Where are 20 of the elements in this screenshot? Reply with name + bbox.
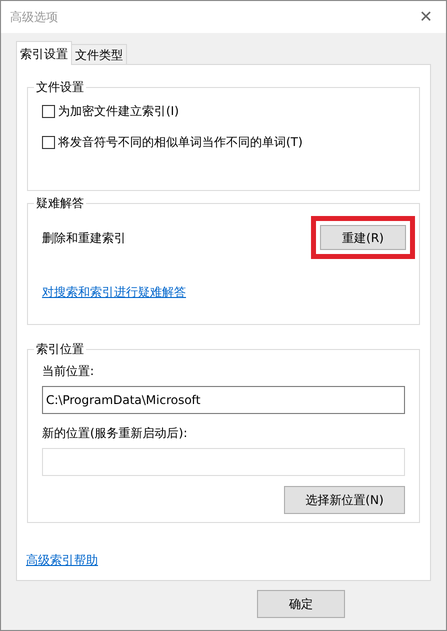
- field-label: 新的位置(服务重新启动后):: [42, 425, 188, 442]
- ok-button[interactable]: 确定: [257, 590, 345, 618]
- checkbox[interactable]: [42, 104, 55, 118]
- tab[interactable]: 索引设置: [16, 41, 72, 65]
- checkbox-label: 将发音符号不同的相似单词当作不同的单词(T): [58, 134, 303, 151]
- group-title: 索引位置: [34, 341, 86, 357]
- rebuild-button[interactable]: 重建(R): [320, 225, 406, 250]
- group-title: 文件设置: [34, 79, 86, 95]
- window-title: 高级选项: [10, 9, 58, 26]
- rebuild-description: 删除和重建索引: [42, 230, 126, 246]
- help-link[interactable]: 高级索引帮助: [26, 551, 98, 569]
- choose-location-button[interactable]: 选择新位置(N): [284, 486, 405, 514]
- close-button[interactable]: ✕: [406, 1, 446, 33]
- field-label: 当前位置:: [42, 363, 96, 380]
- tab[interactable]: 文件类型: [72, 44, 127, 64]
- checkbox[interactable]: [42, 136, 55, 148]
- troubleshoot-link[interactable]: 对搜索和索引进行疑难解答: [42, 283, 186, 301]
- checkbox-label: 为加密文件建立索引(I): [58, 103, 179, 120]
- current-location-field: C:\ProgramData\Microsoft: [42, 386, 405, 414]
- group-title: 疑难解答: [34, 195, 86, 211]
